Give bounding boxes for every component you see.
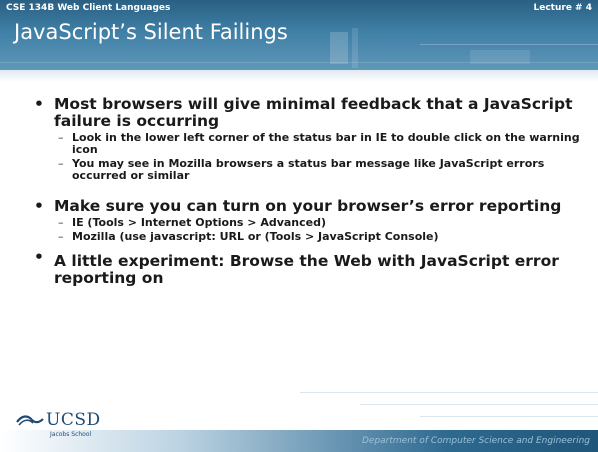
sub-bullet-text: Mozilla (use javascript: URL or (Tools >… [72, 230, 439, 243]
slide-header: CSE 134B Web Client Languages Lecture # … [0, 0, 598, 70]
sub-bullet-item: – IE (Tools > Internet Options > Advance… [54, 217, 590, 229]
footer-decoration [420, 416, 598, 417]
sub-bullet-text: Look in the lower left corner of the sta… [72, 131, 580, 156]
sub-bullet-dash: – [58, 230, 64, 243]
header-decoration [420, 44, 598, 45]
department-name: Department of Computer Science and Engin… [361, 436, 590, 446]
ucsd-logo: UCSD Jacobs School [16, 410, 126, 444]
bullet-text: Most browsers will give minimal feedback… [54, 95, 573, 130]
footer-decoration [300, 392, 598, 393]
sub-bullet-item: – Mozilla (use javascript: URL or (Tools… [54, 231, 590, 243]
header-decoration [470, 50, 530, 64]
ucsd-wave-icon [16, 415, 44, 426]
bullet-item: A little experiment: Browse the Web with… [34, 253, 590, 287]
logo-subtitle: Jacobs School [50, 431, 92, 438]
bullet-text: A little experiment: Browse the Web with… [54, 252, 559, 287]
header-decoration [330, 32, 348, 64]
slide: CSE 134B Web Client Languages Lecture # … [0, 0, 598, 452]
sub-bullet-item: – You may see in Mozilla browsers a stat… [54, 158, 590, 182]
sub-bullet-dash: – [58, 131, 64, 144]
bullet-text: Make sure you can turn on your browser’s… [54, 197, 562, 215]
footer-decoration [360, 404, 598, 405]
bullet-dot: • [34, 197, 44, 215]
slide-content: • Most browsers will give minimal feedba… [34, 96, 590, 289]
bullet-item: • Make sure you can turn on your browser… [34, 198, 590, 215]
lecture-number: Lecture # 4 [533, 3, 593, 13]
sub-bullet-item: – Look in the lower left corner of the s… [54, 132, 590, 156]
bullet-item: • Most browsers will give minimal feedba… [34, 96, 590, 130]
logo-text: UCSD [46, 410, 101, 430]
slide-title: JavaScript’s Silent Failings [14, 20, 288, 44]
sub-bullet-text: IE (Tools > Internet Options > Advanced) [72, 216, 327, 229]
sub-bullet-dash: – [58, 216, 64, 229]
header-fade [0, 70, 598, 82]
sub-bullet-dash: – [58, 157, 64, 170]
bullet-dot: • [34, 95, 44, 113]
course-name: CSE 134B Web Client Languages [6, 3, 171, 13]
sub-bullet-text: You may see in Mozilla browsers a status… [72, 157, 545, 182]
